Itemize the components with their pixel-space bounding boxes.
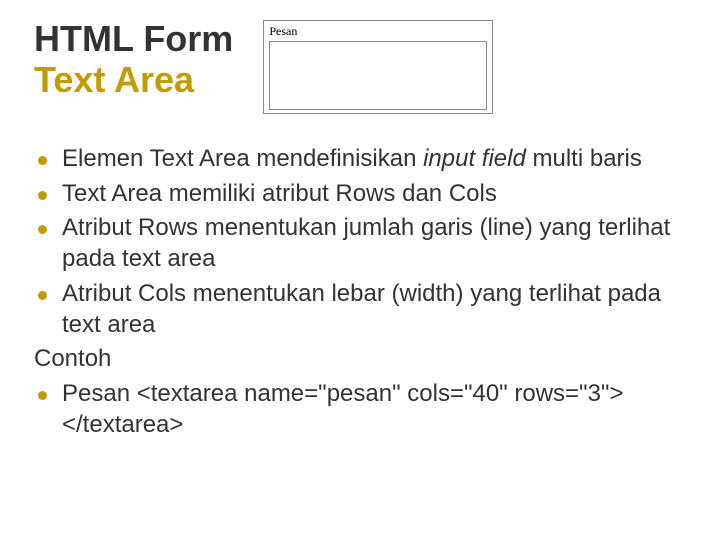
list-item: Atribut Cols menentukan lebar (width) ya… [34, 279, 686, 340]
slide-body: Elemen Text Area mendefinisikan input fi… [34, 144, 686, 440]
text: Text Area memiliki atribut Rows dan Cols [62, 180, 497, 207]
list-item: Text Area memiliki atribut Rows dan Cols [34, 179, 686, 210]
list-item: Elemen Text Area mendefinisikan input fi… [34, 144, 686, 175]
text: multi baris [526, 145, 642, 172]
textarea-preview-field [269, 41, 487, 110]
contoh-label: Contoh [34, 344, 686, 375]
bullet-list-2: Pesan <textarea name="pesan" cols="40" r… [34, 379, 686, 440]
text: Elemen Text Area mendefinisikan [62, 145, 423, 172]
list-item: Pesan <textarea name="pesan" cols="40" r… [34, 379, 686, 440]
slide: HTML Form Text Area Pesan Elemen Text Ar… [0, 0, 720, 440]
text: Atribut Cols menentukan lebar (width) ya… [62, 280, 661, 338]
header-row: HTML Form Text Area Pesan [34, 18, 686, 114]
text-italic: input field [423, 145, 526, 172]
title-line2: Text Area [34, 59, 194, 100]
text: Pesan <textarea name="pesan" cols="40" r… [62, 380, 623, 438]
textarea-preview-label: Pesan [269, 24, 487, 39]
bullet-list: Elemen Text Area mendefinisikan input fi… [34, 144, 686, 340]
text: Atribut Rows menentukan jumlah garis (li… [62, 214, 670, 272]
list-item: Atribut Rows menentukan jumlah garis (li… [34, 213, 686, 274]
textarea-preview-box: Pesan [263, 20, 493, 114]
title-line1: HTML Form [34, 18, 233, 59]
slide-title: HTML Form Text Area [34, 18, 233, 101]
